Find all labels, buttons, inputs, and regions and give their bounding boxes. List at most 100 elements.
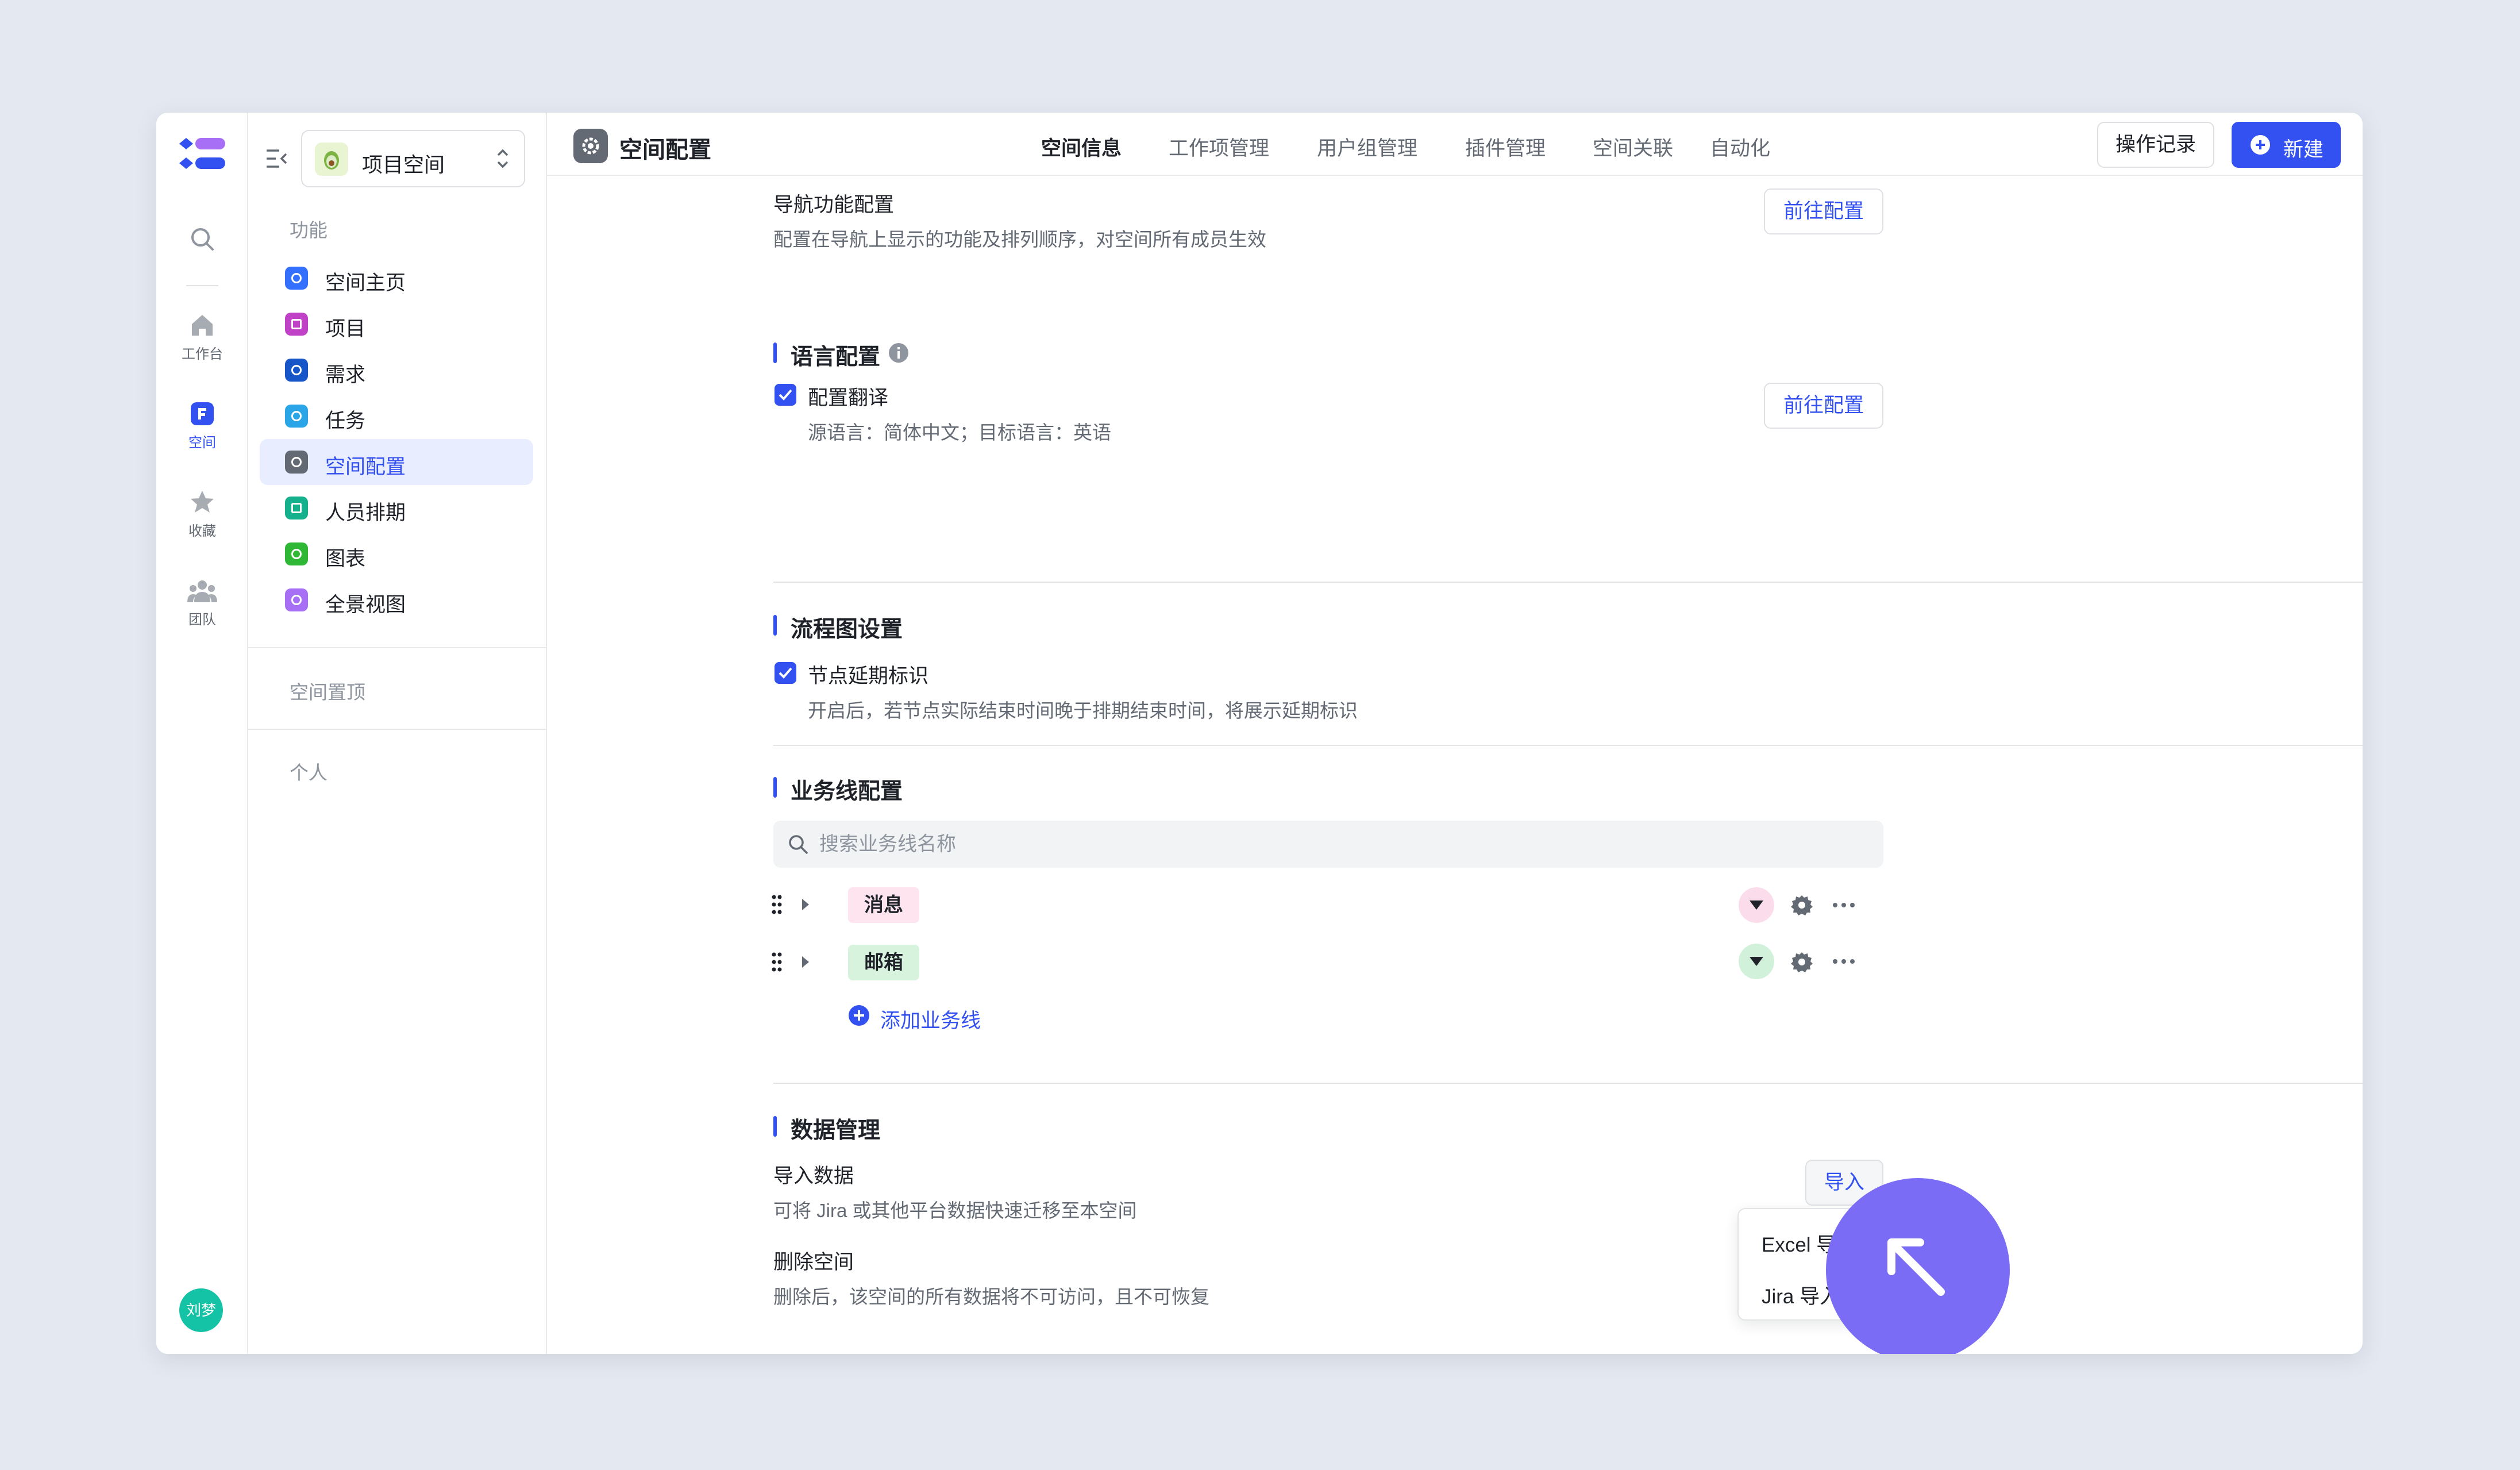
tab-space-info[interactable]: 空间信息 — [1041, 132, 1122, 161]
more-icon[interactable] — [1832, 957, 1856, 965]
section-marker — [773, 1116, 777, 1137]
nav-section-pinned[interactable]: 空间置顶 — [290, 677, 365, 705]
delete-space-desc: 删除后，该空间的所有数据将不可访问，且不可恢复 — [773, 1286, 1209, 1307]
section-divider — [773, 1083, 2363, 1084]
info-icon[interactable] — [888, 343, 909, 363]
sidebar-item-panorama[interactable]: 全景视图 — [260, 577, 533, 623]
color-picker-dropdown[interactable] — [1739, 944, 1774, 979]
collapse-sidebar-icon[interactable] — [265, 148, 288, 169]
language-goto-button[interactable]: 前往配置 — [1764, 383, 1883, 429]
rail-item-space[interactable]: 空间 — [156, 400, 248, 451]
new-button[interactable]: 新建 — [2232, 122, 2341, 168]
sidebar-item-space-config[interactable]: 空间配置 — [260, 439, 533, 485]
business-line-tag-message: 消息 — [848, 887, 919, 923]
app-rail: 工作台 空间 收藏 团队 刘梦 — [156, 113, 248, 1354]
nav-config-desc: 配置在导航上显示的功能及排列顺序，对空间所有成员生效 — [773, 229, 1266, 250]
tab-plugin-management[interactable]: 插件管理 — [1465, 132, 1546, 161]
drag-handle-icon[interactable] — [771, 952, 783, 972]
nav-divider — [248, 647, 547, 648]
sidebar-item-label: 空间主页 — [325, 272, 406, 294]
arrow-cursor-icon — [1887, 1238, 1945, 1296]
space-home-icon — [285, 267, 308, 290]
business-line-search — [773, 821, 1883, 868]
rail-item-label: 空间 — [188, 435, 216, 451]
business-line-tag-mailbox: 邮箱 — [848, 945, 919, 980]
operation-log-button[interactable]: 操作记录 — [2097, 122, 2214, 168]
nav-config-title: 导航功能配置 — [773, 194, 895, 216]
tab-automation[interactable]: 自动化 — [1710, 132, 1770, 161]
avatar[interactable]: 刘梦 — [179, 1288, 223, 1332]
requirement-icon — [285, 359, 308, 382]
chevron-updown-icon — [497, 149, 508, 168]
star-icon — [191, 491, 214, 513]
sidebar-item-space-home[interactable]: 空间主页 — [260, 255, 533, 301]
nav-config-goto-button[interactable]: 前往配置 — [1764, 188, 1883, 234]
plus-circle-icon — [849, 1005, 869, 1026]
sidebar-item-label: 需求 — [325, 364, 366, 386]
search-icon[interactable] — [188, 225, 216, 253]
schedule-icon — [285, 497, 308, 519]
page-header: 空间配置 空间信息 工作项管理 用户组管理 插件管理 空间关联 自动化 操作记录… — [547, 113, 2363, 176]
sidebar-item-label: 项目 — [325, 318, 366, 340]
avocado-icon — [324, 151, 339, 170]
space-switcher[interactable]: 项目空间 — [301, 130, 525, 187]
add-business-line-button[interactable]: 添加业务线 — [848, 1005, 981, 1032]
task-icon — [285, 405, 308, 428]
settings-content: 导航功能配置 配置在导航上显示的功能及排列顺序，对空间所有成员生效 前往配置 语… — [547, 176, 2363, 1354]
search-icon — [789, 835, 808, 854]
project-icon — [285, 313, 308, 336]
section-marker — [773, 615, 777, 636]
business-line-search-input[interactable] — [819, 821, 1854, 868]
plus-circle-icon — [2251, 135, 2270, 155]
sidebar-item-label: 空间配置 — [325, 456, 406, 478]
expand-arrow-icon[interactable] — [800, 898, 811, 911]
chart-icon — [285, 542, 308, 565]
section-divider — [773, 582, 2363, 583]
add-business-line-label: 添加业务线 — [880, 1010, 981, 1032]
sidebar-item-requirement[interactable]: 需求 — [260, 347, 533, 393]
sidebar-item-label: 图表 — [325, 548, 366, 570]
gear-icon[interactable] — [1790, 894, 1813, 917]
app-window: 工作台 空间 收藏 团队 刘梦 项目空间 功能 空间主页 项目 需求 任务 空间… — [156, 113, 2363, 1354]
rail-item-favorites[interactable]: 收藏 — [156, 488, 248, 540]
home-icon — [192, 315, 213, 336]
sidebar-item-label: 全景视图 — [325, 594, 406, 616]
nav-divider — [248, 729, 547, 730]
drag-handle-icon[interactable] — [771, 894, 783, 915]
caret-down-icon — [1750, 957, 1763, 966]
sidebar-item-task[interactable]: 任务 — [260, 393, 533, 439]
gear-icon[interactable] — [1790, 951, 1813, 973]
rail-item-label: 工作台 — [182, 347, 223, 362]
gear-icon — [573, 129, 608, 163]
cursor-highlight — [1826, 1178, 2010, 1354]
section-title-data-management: 数据管理 — [791, 1118, 881, 1143]
translation-desc: 源语言：简体中文；目标语言：英语 — [808, 422, 1111, 443]
sidebar-item-project[interactable]: 项目 — [260, 301, 533, 347]
translation-label: 配置翻译 — [808, 387, 889, 409]
color-picker-dropdown[interactable] — [1739, 887, 1774, 923]
section-marker — [773, 777, 777, 798]
expand-arrow-icon[interactable] — [800, 955, 811, 969]
translation-checkbox[interactable] — [775, 384, 796, 406]
delay-mark-label: 节点延期标识 — [808, 665, 929, 687]
rail-item-team[interactable]: 团队 — [156, 577, 248, 628]
sidebar-item-label: 任务 — [325, 410, 366, 432]
rail-separator — [186, 285, 218, 286]
sidebar-item-charts[interactable]: 图表 — [260, 531, 533, 577]
delay-mark-checkbox[interactable] — [775, 662, 796, 684]
tab-space-association[interactable]: 空间关联 — [1593, 132, 1673, 161]
nav-section-personal[interactable]: 个人 — [290, 757, 327, 785]
team-icon — [187, 580, 217, 602]
tab-work-item-management[interactable]: 工作项管理 — [1169, 132, 1269, 161]
more-icon[interactable] — [1832, 901, 1856, 909]
checkmark-icon — [779, 389, 792, 401]
new-button-label: 新建 — [2283, 138, 2324, 161]
sidebar-item-staff-schedule[interactable]: 人员排期 — [260, 485, 533, 531]
app-logo-icon[interactable] — [178, 137, 226, 174]
rail-item-workbench[interactable]: 工作台 — [156, 311, 248, 363]
caret-down-icon — [1750, 901, 1763, 910]
tab-user-group-management[interactable]: 用户组管理 — [1317, 132, 1417, 161]
page-title: 空间配置 — [619, 137, 711, 163]
delete-space-title[interactable]: 删除空间 — [773, 1246, 854, 1275]
import-data-title: 导入数据 — [773, 1165, 854, 1187]
